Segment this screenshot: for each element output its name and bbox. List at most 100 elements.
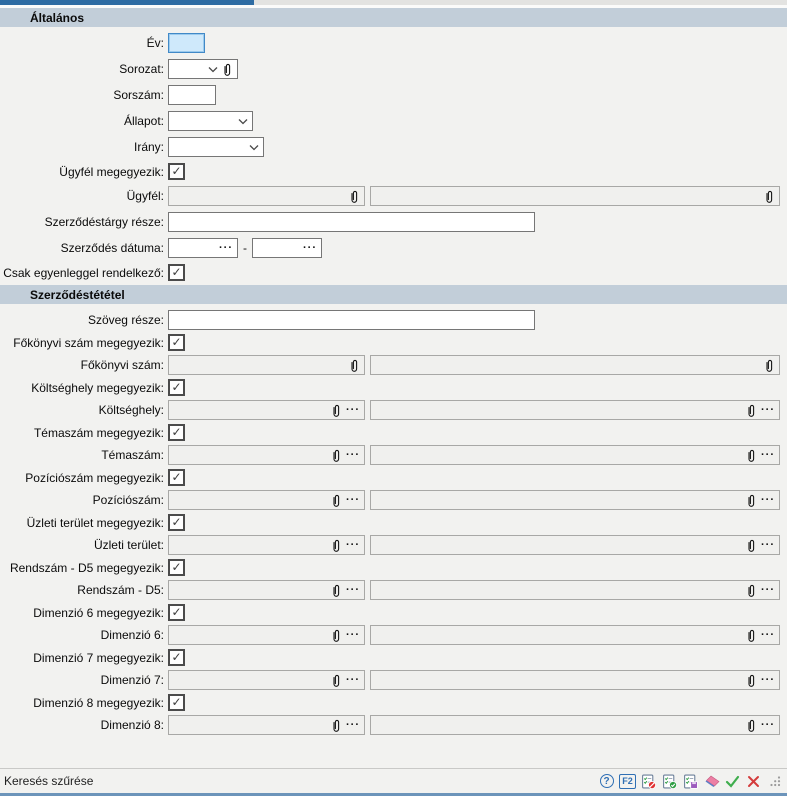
row-dim7: Dimenzió 7: ··· ··· (0, 670, 787, 690)
dim7-name-field[interactable]: ··· (370, 670, 780, 690)
f2-shortcut-icon[interactable]: F2 (619, 773, 636, 790)
dim7-match-checkbox[interactable]: ✓ (168, 649, 185, 666)
plate-match-checkbox[interactable]: ✓ (168, 559, 185, 576)
lookup-ellipsis-button[interactable]: ··· (346, 720, 360, 731)
costcenter-name-field[interactable]: ··· (370, 400, 780, 420)
allapot-select[interactable] (168, 111, 253, 131)
gl-number-code-field[interactable] (168, 355, 365, 375)
topic-name-field[interactable]: ··· (370, 445, 780, 465)
ev-input[interactable] (168, 33, 205, 53)
eraser-icon[interactable] (703, 773, 720, 790)
paperclip-icon[interactable] (222, 62, 233, 77)
bizarea-name-field[interactable]: ··· (370, 535, 780, 555)
lookup-ellipsis-button[interactable]: ··· (761, 540, 775, 551)
paperclip-icon[interactable] (331, 628, 342, 643)
paperclip-icon[interactable] (349, 189, 360, 204)
paperclip-icon[interactable] (331, 583, 342, 598)
help-icon[interactable]: ? (598, 773, 615, 790)
row-dim6: Dimenzió 6: ··· ··· (0, 625, 787, 645)
plate-match-label: Rendszám - D5 megegyezik: (9, 560, 164, 575)
dim8-label: Dimenzió 8: (100, 718, 164, 732)
chevron-down-icon[interactable] (208, 66, 218, 73)
lookup-ellipsis-button[interactable]: ··· (346, 540, 360, 551)
checkmark-icon: ✓ (171, 265, 182, 279)
paperclip-icon[interactable] (746, 583, 757, 598)
paperclip-icon[interactable] (746, 493, 757, 508)
lookup-ellipsis-button[interactable]: ··· (761, 495, 775, 506)
paperclip-icon[interactable] (764, 189, 775, 204)
paperclip-icon[interactable] (349, 358, 360, 373)
dim8-match-checkbox[interactable]: ✓ (168, 694, 185, 711)
text-part-label: Szöveg része: (87, 313, 164, 327)
ugyfel-match-label: Ügyfél megegyezik: (59, 164, 164, 179)
ugyfel-code-field[interactable] (168, 186, 365, 206)
topic-code-field[interactable]: ··· (168, 445, 365, 465)
sorozat-combo[interactable] (168, 59, 238, 79)
lookup-ellipsis-button[interactable]: ··· (761, 675, 775, 686)
irany-select[interactable] (168, 137, 264, 157)
dim6-name-field[interactable]: ··· (370, 625, 780, 645)
position-match-checkbox[interactable]: ✓ (168, 469, 185, 486)
date-picker-button[interactable]: ··· (219, 243, 233, 254)
resize-grip[interactable] (766, 773, 783, 790)
date-from-field[interactable]: ··· (168, 238, 238, 258)
date-picker-button[interactable]: ··· (303, 243, 317, 254)
lookup-ellipsis-button[interactable]: ··· (346, 495, 360, 506)
paperclip-icon[interactable] (331, 538, 342, 553)
paperclip-icon[interactable] (331, 448, 342, 463)
ugyfel-match-checkbox[interactable]: ✓ (168, 163, 185, 180)
date-to-field[interactable]: ··· (252, 238, 322, 258)
filter-list-remove-icon[interactable] (640, 773, 657, 790)
dim6-code-field[interactable]: ··· (168, 625, 365, 645)
lookup-ellipsis-button[interactable]: ··· (761, 450, 775, 461)
lookup-ellipsis-button[interactable]: ··· (761, 630, 775, 641)
dim8-code-field[interactable]: ··· (168, 715, 365, 735)
paperclip-icon[interactable] (746, 718, 757, 733)
dim7-code-field[interactable]: ··· (168, 670, 365, 690)
lookup-ellipsis-button[interactable]: ··· (761, 405, 775, 416)
lookup-ellipsis-button[interactable]: ··· (346, 585, 360, 596)
filter-list-apply-icon[interactable] (661, 773, 678, 790)
form-content: Általános Év: Sorozat: Sorszám: Állapot: (0, 0, 787, 768)
lookup-ellipsis-button[interactable]: ··· (346, 675, 360, 686)
plate-name-field[interactable]: ··· (370, 580, 780, 600)
paperclip-icon[interactable] (746, 673, 757, 688)
chevron-down-icon[interactable] (238, 118, 248, 125)
dim6-match-checkbox[interactable]: ✓ (168, 604, 185, 621)
costcenter-code-field[interactable]: ··· (168, 400, 365, 420)
gl-match-checkbox[interactable]: ✓ (168, 334, 185, 351)
filter-list-save-icon[interactable] (682, 773, 699, 790)
paperclip-icon[interactable] (331, 493, 342, 508)
dim8-name-field[interactable]: ··· (370, 715, 780, 735)
lookup-ellipsis-button[interactable]: ··· (346, 630, 360, 641)
cancel-icon[interactable] (745, 773, 762, 790)
contract-subject-input[interactable] (168, 212, 535, 232)
accept-icon[interactable] (724, 773, 741, 790)
plate-code-field[interactable]: ··· (168, 580, 365, 600)
gl-number-name-field[interactable] (370, 355, 780, 375)
costcenter-match-checkbox[interactable]: ✓ (168, 379, 185, 396)
paperclip-icon[interactable] (331, 673, 342, 688)
paperclip-icon[interactable] (331, 403, 342, 418)
position-code-field[interactable]: ··· (168, 490, 365, 510)
lookup-ellipsis-button[interactable]: ··· (346, 405, 360, 416)
paperclip-icon[interactable] (746, 538, 757, 553)
balance-only-checkbox[interactable]: ✓ (168, 264, 185, 281)
section-general-title: Általános (30, 10, 85, 25)
ugyfel-name-field[interactable] (370, 186, 780, 206)
paperclip-icon[interactable] (764, 358, 775, 373)
paperclip-icon[interactable] (331, 718, 342, 733)
lookup-ellipsis-button[interactable]: ··· (761, 720, 775, 731)
paperclip-icon[interactable] (746, 628, 757, 643)
topic-match-checkbox[interactable]: ✓ (168, 424, 185, 441)
sorszam-input[interactable] (168, 85, 216, 105)
lookup-ellipsis-button[interactable]: ··· (346, 450, 360, 461)
bizarea-code-field[interactable]: ··· (168, 535, 365, 555)
position-name-field[interactable]: ··· (370, 490, 780, 510)
paperclip-icon[interactable] (746, 448, 757, 463)
chevron-down-icon[interactable] (249, 144, 259, 151)
bizarea-match-checkbox[interactable]: ✓ (168, 514, 185, 531)
text-part-input[interactable] (168, 310, 535, 330)
lookup-ellipsis-button[interactable]: ··· (761, 585, 775, 596)
paperclip-icon[interactable] (746, 403, 757, 418)
